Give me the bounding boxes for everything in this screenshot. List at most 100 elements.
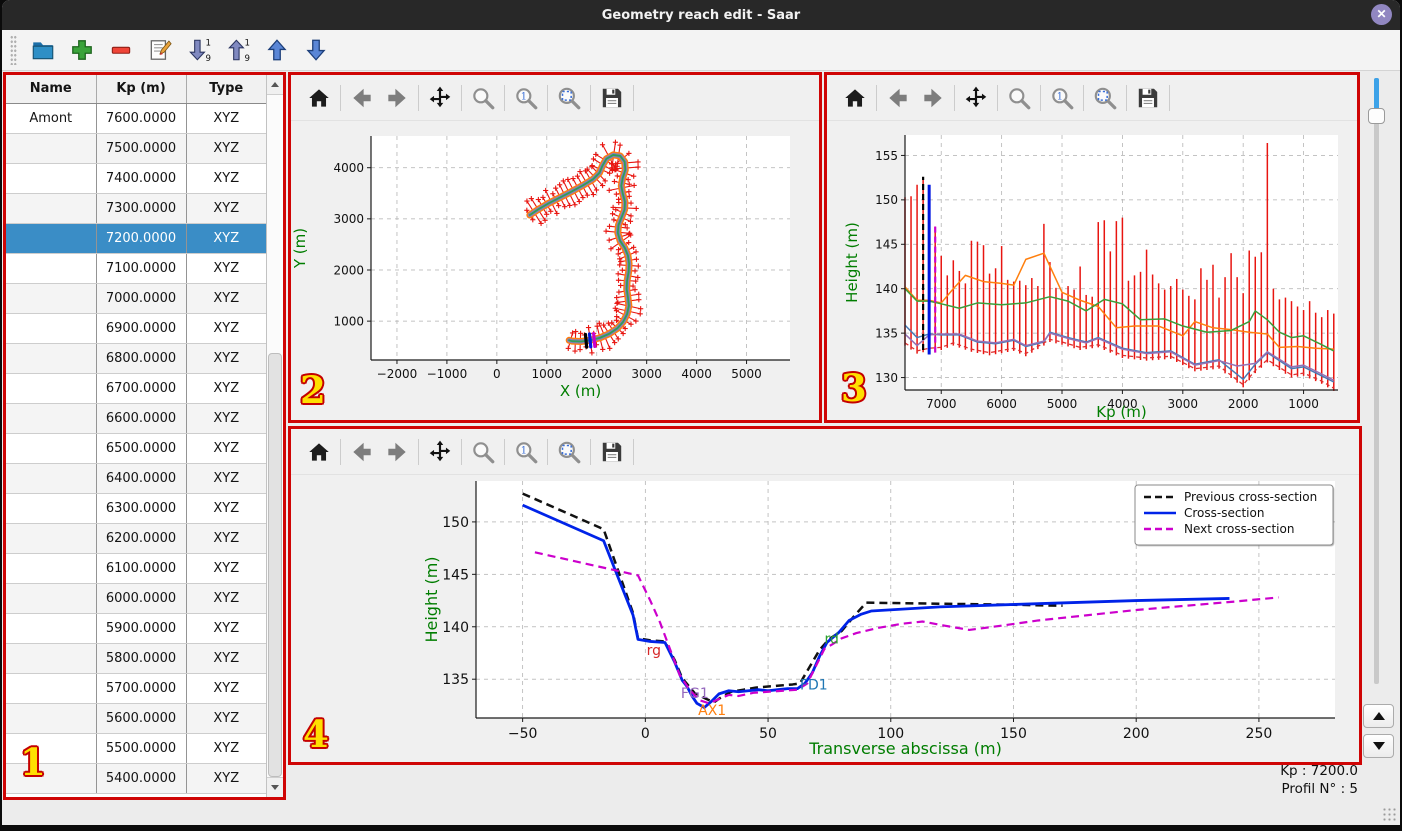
plot-zoom-button[interactable]	[469, 84, 497, 112]
move-down-button[interactable]	[301, 35, 331, 65]
panel-badge-1: 1	[20, 740, 46, 784]
plot-zoom-button[interactable]	[1005, 84, 1033, 112]
open-button[interactable]	[28, 35, 58, 65]
plot-zoom-one-button[interactable]: 1	[512, 438, 540, 466]
move-up-button[interactable]	[262, 35, 292, 65]
table-cell-kp: 7100.0000	[96, 253, 187, 284]
table-cell-name	[6, 253, 97, 284]
table-row[interactable]: 7300.0000 XYZ	[6, 193, 266, 224]
back-arrow-icon	[885, 85, 911, 111]
magnifier-one-icon: 1	[1049, 85, 1075, 111]
table-cell-type: XYZ	[186, 373, 266, 404]
table-row[interactable]: 7100.0000 XYZ	[6, 253, 266, 284]
plot-home-button[interactable]	[841, 84, 869, 112]
close-icon: ✕	[1376, 7, 1387, 21]
table-cell-name	[6, 133, 97, 164]
profile-slider-handle[interactable]	[1368, 108, 1385, 124]
table-row[interactable]: 5600.0000 XYZ	[6, 703, 266, 734]
plot-zoom-rect-button[interactable]	[555, 438, 583, 466]
table-cell-kp: 7400.0000	[96, 163, 187, 194]
plot-home-button[interactable]	[305, 84, 333, 112]
svg-text:1: 1	[1057, 91, 1063, 102]
plot-back-button[interactable]	[348, 84, 376, 112]
table-row[interactable]: 6300.0000 XYZ	[6, 493, 266, 524]
plot-save-button[interactable]	[598, 84, 626, 112]
table-row[interactable]: 6600.0000 XYZ	[6, 403, 266, 434]
plan-view-chart[interactable]	[291, 121, 819, 420]
plot-zoom-one-button[interactable]: 1	[512, 84, 540, 112]
toolbar-separator	[547, 438, 548, 465]
table-scrollbar-thumb[interactable]	[268, 353, 282, 777]
edit-cross-section-button[interactable]	[145, 35, 175, 65]
previous-profile-button[interactable]	[1363, 704, 1394, 728]
add-cross-section-button[interactable]	[67, 35, 97, 65]
table-row[interactable]: 6800.0000 XYZ	[6, 343, 266, 374]
triangle-down-icon	[271, 785, 279, 790]
plot-zoom-one-button[interactable]: 1	[1048, 84, 1076, 112]
column-header-name[interactable]: Name	[6, 75, 97, 104]
next-profile-button[interactable]	[1363, 734, 1394, 758]
plot-zoom-rect-button[interactable]	[1091, 84, 1119, 112]
plot-save-button[interactable]	[1134, 84, 1162, 112]
table-row[interactable]: 5800.0000 XYZ	[6, 643, 266, 674]
toolbar-separator	[504, 84, 505, 111]
table-cell-kp: 6900.0000	[96, 313, 187, 344]
close-button[interactable]: ✕	[1371, 4, 1392, 25]
table-scroll-up-button[interactable]	[267, 75, 283, 95]
svg-text:1: 1	[521, 445, 527, 456]
table-row[interactable]: 6200.0000 XYZ	[6, 523, 266, 554]
toolbar-separator	[997, 84, 998, 111]
plot-pan-button[interactable]	[426, 438, 454, 466]
table-row[interactable]: 6100.0000 XYZ	[6, 553, 266, 584]
table-cell-type: XYZ	[186, 613, 266, 644]
plot-forward-button[interactable]	[919, 84, 947, 112]
plot-forward-button[interactable]	[383, 84, 411, 112]
profile-slider-track[interactable]	[1374, 78, 1379, 684]
plot-back-button[interactable]	[884, 84, 912, 112]
table-scrollbar[interactable]	[266, 75, 283, 797]
title-bar: Geometry reach edit - Saar ✕	[2, 0, 1400, 30]
table-row[interactable]: 7500.0000 XYZ	[6, 133, 266, 164]
plot-forward-button[interactable]	[383, 438, 411, 466]
sort-descending-button[interactable]: 1 9	[184, 35, 214, 65]
table-row[interactable]: 6900.0000 XYZ	[6, 313, 266, 344]
desktop-stage: Geometry reach edit - Saar ✕ 1 9 1 9 Nam…	[0, 0, 1402, 831]
plot-zoom-button[interactable]	[469, 438, 497, 466]
table-row[interactable]: Amont 7600.0000 XYZ	[6, 103, 266, 134]
table-row[interactable]: 6400.0000 XYZ	[6, 463, 266, 494]
table-cell-kp: 5500.0000	[96, 733, 187, 764]
table-row[interactable]: 5700.0000 XYZ	[6, 673, 266, 704]
sort-ascending-button[interactable]: 1 9	[223, 35, 253, 65]
table-row[interactable]: 6000.0000 XYZ	[6, 583, 266, 614]
plot-pan-button[interactable]	[962, 84, 990, 112]
table-cell-type: XYZ	[186, 163, 266, 194]
plot-save-button[interactable]	[598, 438, 626, 466]
magnifier-icon	[1006, 85, 1032, 111]
table-row[interactable]: 7400.0000 XYZ	[6, 163, 266, 194]
table-cell-type: XYZ	[186, 343, 266, 374]
table-cell-kp: 7600.0000	[96, 103, 187, 134]
table-cell-kp: 5600.0000	[96, 703, 187, 734]
status-area: Kp : 7200.0 Profil N° : 5	[1280, 762, 1358, 798]
home-icon	[842, 85, 868, 111]
table-row[interactable]: 5900.0000 XYZ	[6, 613, 266, 644]
toolbar-grip[interactable]	[10, 35, 17, 65]
table-scroll-down-button[interactable]	[267, 777, 283, 797]
plot-pan-button[interactable]	[426, 84, 454, 112]
cross-section-chart[interactable]	[291, 475, 1359, 762]
resize-grip[interactable]	[1382, 807, 1396, 821]
long-profile-chart[interactable]	[827, 121, 1357, 420]
plot-zoom-rect-button[interactable]	[555, 84, 583, 112]
table-row[interactable]: 6500.0000 XYZ	[6, 433, 266, 464]
remove-cross-section-button[interactable]	[106, 35, 136, 65]
table-row[interactable]: 6700.0000 XYZ	[6, 373, 266, 404]
table-cell-kp: 6100.0000	[96, 553, 187, 584]
plot-back-button[interactable]	[348, 438, 376, 466]
plot-home-button[interactable]	[305, 438, 333, 466]
table-row[interactable]: 7000.0000 XYZ	[6, 283, 266, 314]
column-header-kp[interactable]: Kp (m)	[96, 75, 187, 104]
triangle-down-icon	[1372, 742, 1385, 750]
table-row[interactable]: 7200.0000 XYZ	[6, 223, 266, 254]
column-header-type[interactable]: Type	[186, 75, 266, 104]
cross-sections-table: Name Kp (m) Type Amont 7600.0000 XYZ 750…	[6, 75, 266, 794]
